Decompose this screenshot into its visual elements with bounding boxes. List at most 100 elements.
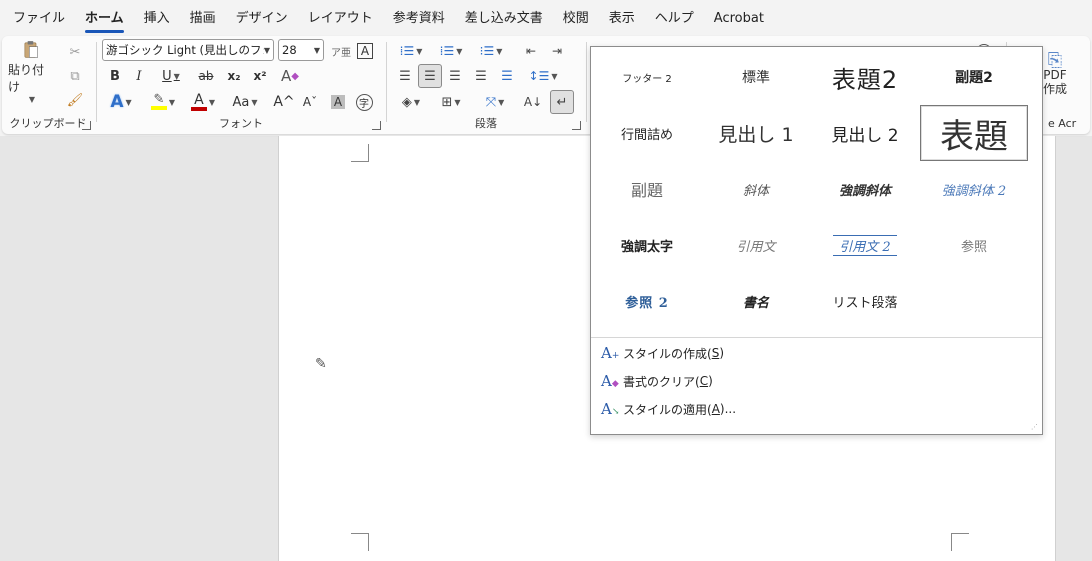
chevron-down-icon: ▼ <box>413 97 421 107</box>
chevron-down-icon: ▼ <box>498 97 505 107</box>
clipboard-launcher-icon[interactable] <box>82 121 91 130</box>
style-option[interactable]: 強調斜体 2 <box>920 161 1028 217</box>
menu-tab[interactable]: デザイン <box>226 0 298 36</box>
line-spacing-button[interactable]: ↕☰ ▼ <box>526 64 560 88</box>
justify-button[interactable]: ☰ <box>470 64 492 88</box>
style-option[interactable]: 引用文 2 <box>811 217 919 273</box>
menu-tab[interactable]: ヘルプ <box>645 0 704 36</box>
align-right-icon: ☰ <box>449 68 461 84</box>
text-effects-button[interactable]: A ▼ <box>104 90 138 114</box>
chevron-down-icon: ▼ <box>125 97 132 107</box>
chevron-down-icon: ▼ <box>251 97 258 107</box>
style-option[interactable]: 見出し 2 <box>811 105 919 161</box>
align-center-button[interactable]: ☰ <box>418 64 442 88</box>
underline-label: U <box>162 68 172 84</box>
decrease-indent-icon: ⇤ <box>525 44 537 58</box>
align-left-button[interactable]: ☰ <box>394 64 416 88</box>
enclose-characters-button[interactable]: 字 <box>352 90 376 114</box>
align-right-button[interactable]: ☰ <box>444 64 466 88</box>
font-size-combo[interactable]: 28 ▼ <box>278 39 324 61</box>
multilevel-list-button[interactable]: ⁝☰ ▼ <box>474 39 508 63</box>
group-divider <box>586 42 587 122</box>
style-option[interactable]: フッター 2 <box>593 49 701 105</box>
style-option[interactable]: リスト段落 <box>811 273 919 329</box>
menu-tab[interactable]: ファイル <box>3 0 75 36</box>
paragraph-mark-icon: ↵ <box>556 94 568 110</box>
font-launcher-icon[interactable] <box>372 121 381 130</box>
borders-button[interactable]: ⊞ ▼ <box>434 90 468 114</box>
strikethrough-button[interactable]: ab <box>194 64 218 88</box>
style-option[interactable]: 行間詰め <box>593 105 701 161</box>
bullets-button[interactable]: ⁞☰ ▼ <box>394 39 428 63</box>
create-style-command[interactable]: A+ スタイルの作成(S) <box>601 341 724 365</box>
superscript-button[interactable]: x² <box>248 64 272 88</box>
style-option[interactable]: 副題2 <box>920 49 1028 105</box>
font-name-combo[interactable]: 游ゴシック Light (見出しのフォン ▼ <box>102 39 274 61</box>
shrink-font-button[interactable]: Aˇ <box>298 90 322 114</box>
copy-button[interactable]: ⧉ <box>64 64 86 88</box>
decrease-indent-button[interactable]: ⇤ <box>520 39 542 63</box>
change-case-button[interactable]: Aa ▼ <box>228 90 262 114</box>
distributed-button[interactable]: ☰ <box>496 64 518 88</box>
style-option[interactable]: 見出し 1 <box>702 105 810 161</box>
bold-button[interactable]: B <box>104 64 126 88</box>
apply-styles-command[interactable]: A↘ スタイルの適用(A)... <box>601 397 736 421</box>
command-access-key: C <box>699 374 709 388</box>
show-marks-button[interactable]: ↵ <box>550 90 574 114</box>
grow-font-button[interactable]: A^ <box>272 90 296 114</box>
highlight-button[interactable]: ✎ ▼ <box>146 90 180 114</box>
underline-button[interactable]: U ▼ <box>154 64 188 88</box>
character-shading-label: A <box>330 95 346 109</box>
clipboard-group-label: クリップボード <box>9 117 87 130</box>
cut-button[interactable]: ✂ <box>64 40 86 64</box>
menu-tab[interactable]: 挿入 <box>134 0 180 36</box>
menu-tab[interactable]: レイアウト <box>298 0 383 36</box>
character-border-button[interactable]: A <box>354 39 376 63</box>
font-color-button[interactable]: A ▼ <box>186 90 220 114</box>
style-option[interactable]: 表題2 <box>811 49 919 105</box>
acrobat-group-label: e Acr <box>1048 117 1077 130</box>
clear-formatting-command[interactable]: A◆ 書式のクリア(C) <box>601 369 713 393</box>
paste-button[interactable]: 貼り付け ▼ <box>8 40 54 104</box>
numbering-button[interactable]: ⁞☰ ▼ <box>434 39 468 63</box>
menu-tab[interactable]: 校閲 <box>553 0 599 36</box>
menu-tab[interactable]: ホーム <box>75 0 134 36</box>
font-size-value: 28 <box>282 43 297 57</box>
paintbrush-icon: 🖌 <box>66 92 84 108</box>
menu-tab[interactable]: 参考資料 <box>383 0 455 36</box>
sort-button[interactable]: A↓ <box>522 90 544 114</box>
style-option[interactable]: 表題 <box>920 105 1028 161</box>
italic-button[interactable]: I <box>128 64 150 88</box>
style-option[interactable]: 参照 2 <box>593 273 701 329</box>
chevron-down-icon: ▼ <box>416 46 423 56</box>
clear-formatting-button[interactable]: A ◆ <box>278 64 302 88</box>
style-option-label: 見出し 2 <box>831 125 899 146</box>
style-option[interactable]: 書名 <box>702 273 810 329</box>
format-painter-button[interactable]: 🖌 <box>64 88 86 112</box>
style-option[interactable]: 標準 <box>702 49 810 105</box>
phonetic-guide-button[interactable]: ア亜 <box>330 39 352 63</box>
shading-button[interactable]: ◈ ▼ <box>394 90 428 114</box>
style-option[interactable]: 強調太字 <box>593 217 701 273</box>
menu-tab[interactable]: Acrobat <box>704 0 774 36</box>
distributed-icon: ☰ <box>501 68 513 84</box>
margin-corner-bottom-right <box>951 533 969 551</box>
font-name-value: 游ゴシック Light (見出しのフォン <box>106 43 264 57</box>
subscript-button[interactable]: x₂ <box>222 64 246 88</box>
style-option[interactable]: 副題 <box>593 161 701 217</box>
style-option-label: 表題2 <box>831 65 899 94</box>
change-case-label: Aa <box>232 94 250 110</box>
menu-tab[interactable]: 描画 <box>180 0 226 36</box>
resize-grip-icon[interactable]: ⋰ <box>1031 423 1039 431</box>
paragraph-launcher-icon[interactable] <box>572 121 581 130</box>
asian-layout-button[interactable]: ⤧ ▼ <box>478 90 512 114</box>
character-shading-button[interactable]: A <box>326 90 350 114</box>
style-option[interactable]: 斜体 <box>702 161 810 217</box>
style-option[interactable]: 参照 <box>920 217 1028 273</box>
style-option[interactable]: 引用文 <box>702 217 810 273</box>
increase-indent-button[interactable]: ⇥ <box>546 39 568 63</box>
menu-tab[interactable]: 差し込み文書 <box>455 0 553 36</box>
style-option[interactable]: 強調斜体 <box>811 161 919 217</box>
menu-tab[interactable]: 表示 <box>599 0 645 36</box>
clear-style-icon: A◆ <box>601 372 619 390</box>
